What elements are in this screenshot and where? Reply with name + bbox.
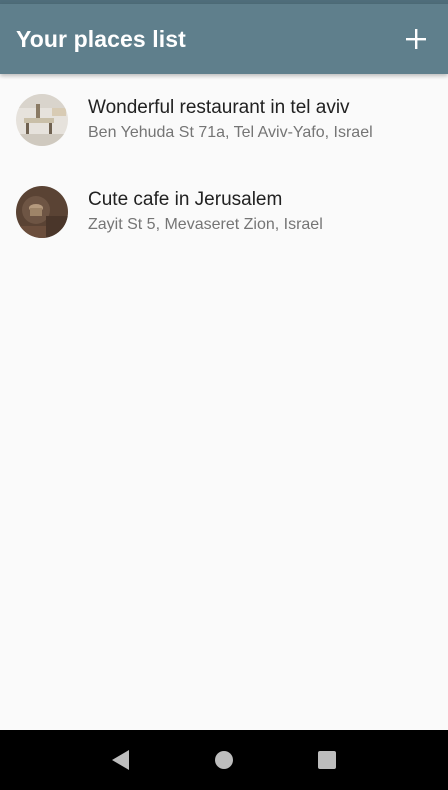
back-triangle-icon — [112, 750, 130, 770]
restaurant-thumbnail — [16, 94, 68, 146]
plus-icon — [406, 29, 426, 49]
app-bar: Your places list — [0, 4, 448, 74]
cafe-thumbnail — [16, 186, 68, 238]
system-nav-bar — [0, 730, 448, 790]
add-place-button[interactable] — [396, 19, 436, 59]
place-address: Zayit St 5, Mevaseret Zion, Israel — [88, 216, 323, 233]
home-button[interactable] — [204, 740, 244, 780]
place-address: Ben Yehuda St 71a, Tel Aviv-Yafo, Israel — [88, 124, 373, 141]
back-button[interactable] — [101, 740, 141, 780]
places-list: Wonderful restaurant in tel aviv Ben Yeh… — [0, 74, 448, 258]
list-item[interactable]: Cute cafe in Jerusalem Zayit St 5, Mevas… — [0, 166, 448, 258]
place-title: Cute cafe in Jerusalem — [88, 189, 283, 210]
recents-square-icon — [317, 751, 336, 769]
app-screen: Your places list Wonderful restaurant in… — [0, 0, 448, 790]
home-circle-icon — [214, 751, 233, 769]
place-title: Wonderful restaurant in tel aviv — [88, 97, 350, 118]
list-item[interactable]: Wonderful restaurant in tel aviv Ben Yeh… — [0, 74, 448, 166]
recents-button[interactable] — [307, 740, 347, 780]
page-title: Your places list — [16, 25, 186, 52]
